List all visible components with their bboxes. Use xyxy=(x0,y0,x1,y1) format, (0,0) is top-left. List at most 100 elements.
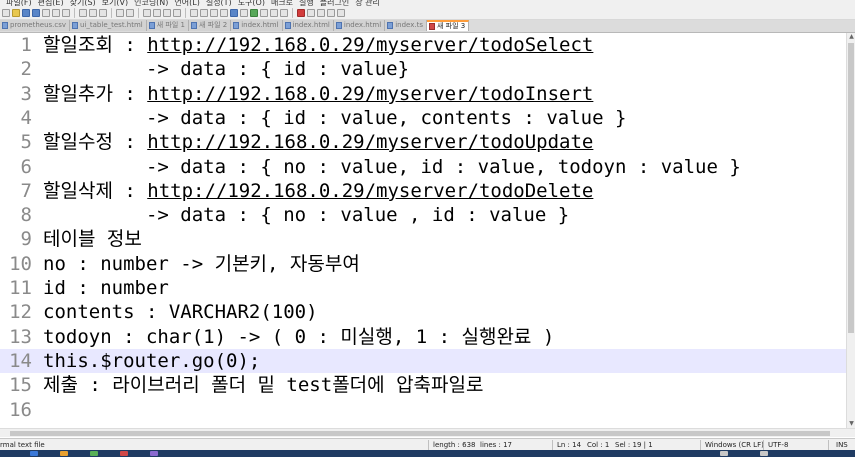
tab-label: index.html xyxy=(241,21,279,29)
line-text-content: -> data : { id : value} xyxy=(43,58,410,80)
document-tab[interactable]: prometheus.csv xyxy=(0,20,71,31)
undo-icon[interactable] xyxy=(116,8,124,17)
editor-line[interactable]: 1 할일조회 : http://192.168.0.29/myserver/tod… xyxy=(0,33,850,57)
record-macro-icon[interactable] xyxy=(297,8,305,17)
taskbar-app-icon[interactable] xyxy=(60,451,68,456)
editor-line[interactable]: 16 xyxy=(0,398,850,422)
indent-guide-icon[interactable] xyxy=(230,8,238,17)
editor-line[interactable]: 6 -> data : { no : value, id : value, to… xyxy=(0,155,850,179)
url-link[interactable]: http://192.168.0.29/myserver/todoSelect xyxy=(147,34,593,56)
zoom-in-icon[interactable] xyxy=(163,8,171,17)
monitoring-icon[interactable] xyxy=(280,8,288,17)
copy-icon[interactable] xyxy=(89,8,97,17)
vertical-scroll-thumb[interactable] xyxy=(848,43,854,333)
line-text: id : number xyxy=(43,276,169,300)
line-number: 4 xyxy=(20,107,32,129)
user-language-icon[interactable] xyxy=(240,8,248,17)
new-file-icon[interactable] xyxy=(2,8,10,17)
horizontal-scroll-thumb[interactable] xyxy=(10,431,830,436)
folder-workspace-icon[interactable] xyxy=(270,8,278,17)
editor-line[interactable]: 4 -> data : { id : value, contents : val… xyxy=(0,106,850,130)
function-list-icon[interactable] xyxy=(260,8,268,17)
close-all-icon[interactable] xyxy=(52,8,60,17)
line-text: 할일수정 : http://192.168.0.29/myserver/todo… xyxy=(43,130,593,154)
editor-line[interactable]: 15 제출 : 라이브러리 폴더 밑 test폴더에 압축파일로 xyxy=(0,373,850,397)
editor-line[interactable]: 8 -> data : { no : value , id : value } xyxy=(0,203,850,227)
file-icon xyxy=(190,22,197,29)
line-text-content: todoyn : char(1) -> ( 0 : 미실행, 1 : 실행완료 … xyxy=(43,326,555,348)
tab-label: index.html xyxy=(343,21,382,29)
taskbar-app-icon[interactable] xyxy=(90,451,98,456)
editor-line[interactable]: 3 할일추가 : http://192.168.0.29/myserver/tod… xyxy=(0,82,850,106)
open-file-icon[interactable] xyxy=(12,8,20,17)
url-link[interactable]: http://192.168.0.29/myserver/todoInsert xyxy=(147,83,593,105)
word-wrap-icon[interactable] xyxy=(210,8,218,17)
editor-line[interactable]: 13 todoyn : char(1) -> ( 0 : 미실행, 1 : 실행완… xyxy=(0,325,850,349)
scroll-up-icon[interactable]: ▲ xyxy=(848,33,855,41)
line-text: -> data : { id : value, contents : value… xyxy=(43,106,626,130)
close-icon[interactable] xyxy=(42,8,50,17)
document-tab[interactable]: ui_table_test.html xyxy=(70,20,147,31)
sync-vertical-icon[interactable] xyxy=(190,8,198,17)
zoom-out-icon[interactable] xyxy=(173,8,181,17)
line-number: 2 xyxy=(20,58,32,80)
stop-macro-icon[interactable] xyxy=(307,8,315,17)
line-number: 5 xyxy=(20,131,32,153)
document-tab[interactable]: index.ts xyxy=(385,20,427,31)
taskbar-app-icon[interactable] xyxy=(120,451,128,456)
play-macro-icon[interactable] xyxy=(317,8,325,17)
editor-line[interactable]: 11 id : number xyxy=(0,276,850,300)
tray-icon[interactable] xyxy=(760,451,768,456)
paste-icon[interactable] xyxy=(99,8,107,17)
show-all-chars-icon[interactable] xyxy=(220,8,228,17)
line-number: 9 xyxy=(20,228,32,250)
cut-icon[interactable] xyxy=(79,8,87,17)
line-text: -> data : { no : value, id : value, todo… xyxy=(43,155,741,179)
editor-line[interactable]: 5 할일수정 : http://192.168.0.29/myserver/tod… xyxy=(0,130,850,154)
document-tab[interactable]: 새 파일 1 xyxy=(146,20,189,31)
replace-icon[interactable] xyxy=(153,8,161,17)
document-tab[interactable]: index.html xyxy=(231,20,283,31)
line-text: 테이블 정보 xyxy=(43,227,142,251)
line-text: todoyn : char(1) -> ( 0 : 미실행, 1 : 실행완료 … xyxy=(43,325,554,349)
toolbar-separator xyxy=(138,7,139,18)
url-link[interactable]: http://192.168.0.29/myserver/todoDelete xyxy=(147,180,593,202)
line-number: 12 xyxy=(9,301,32,323)
editor-line[interactable]: 2 -> data : { id : value} xyxy=(0,57,850,81)
document-tab[interactable]: 새 파일 2 xyxy=(188,20,232,31)
line-text: -> data : { id : value} xyxy=(43,57,409,81)
editor-line[interactable]: 12 contents : VARCHAR2(100) xyxy=(0,300,850,324)
text-editor[interactable]: 1 할일조회 : http://192.168.0.29/myserver/tod… xyxy=(0,33,855,428)
vertical-scrollbar[interactable]: ▲ ▼ xyxy=(846,33,855,428)
toolbar-separator xyxy=(185,7,186,18)
tab-label: index.html xyxy=(292,21,330,29)
editor-line[interactable]: 7 할일삭제 : http://192.168.0.29/myserver/tod… xyxy=(0,179,850,203)
document-tab[interactable]: index.html xyxy=(282,20,334,31)
scroll-down-icon[interactable]: ▼ xyxy=(848,420,855,428)
horizontal-scrollbar[interactable] xyxy=(0,428,855,437)
save-macro-icon[interactable] xyxy=(337,8,345,17)
taskbar-app-icon[interactable] xyxy=(30,451,38,456)
doc-map-icon[interactable] xyxy=(250,8,258,17)
save-icon[interactable] xyxy=(22,8,30,17)
play-multiple-macro-icon[interactable] xyxy=(327,8,335,17)
find-icon[interactable] xyxy=(143,8,151,17)
redo-icon[interactable] xyxy=(126,8,134,17)
toolbar-separator xyxy=(74,7,75,18)
taskbar-app-icon[interactable] xyxy=(150,451,158,456)
editor-line[interactable]: 9 테이블 정보 xyxy=(0,227,850,251)
tray-icon[interactable] xyxy=(720,451,728,456)
save-all-icon[interactable] xyxy=(32,8,40,17)
document-tab-bar: prometheus.csv ui_table_test.html 새 파일 1 새 … xyxy=(0,20,855,33)
print-icon[interactable] xyxy=(62,8,70,17)
line-text: no : number -> 기본키, 자동부여 xyxy=(43,252,360,276)
editor-line[interactable]: 10 no : number -> 기본키, 자동부여 xyxy=(0,252,850,276)
document-tab[interactable]: index.html xyxy=(333,20,386,31)
line-number: 10 xyxy=(9,253,32,275)
editor-line[interactable]: 14 this.$router.go(0); xyxy=(0,349,850,373)
document-tab[interactable]: 새 파일 3 xyxy=(426,20,470,31)
sync-horizontal-icon[interactable] xyxy=(200,8,208,17)
line-text-content: id : number xyxy=(43,277,169,299)
line-text-content: 할일추가 : xyxy=(43,83,148,105)
url-link[interactable]: http://192.168.0.29/myserver/todoUpdate xyxy=(147,131,593,153)
